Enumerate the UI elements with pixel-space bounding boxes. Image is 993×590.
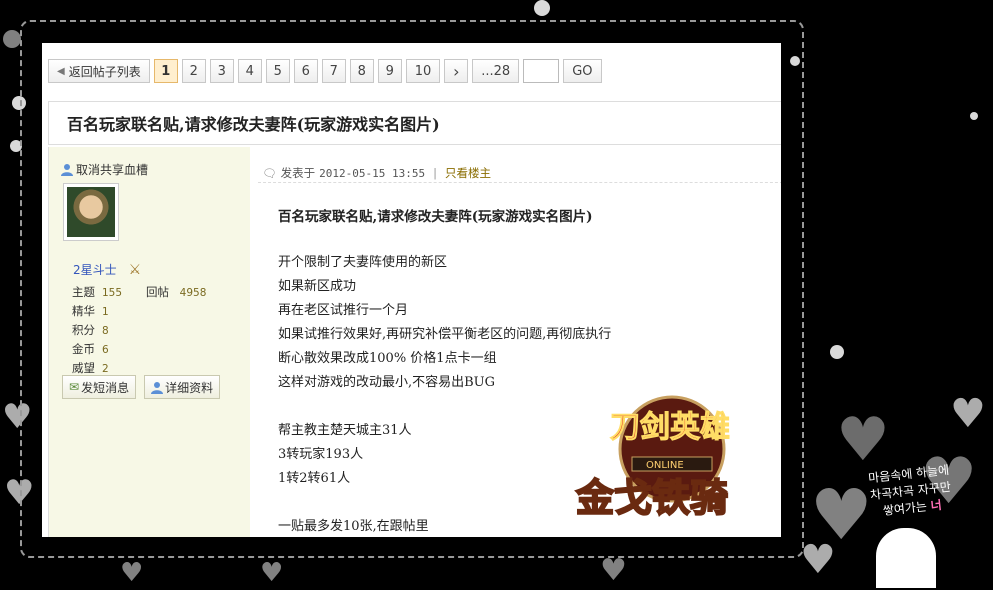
- post-body-title: 百名玩家联名贴,请求修改夫妻阵(玩家游戏实名图片): [278, 209, 593, 225]
- stat-value: 8: [102, 325, 109, 337]
- page-button-8[interactable]: 8: [349, 59, 374, 83]
- post-meta: 🗨 发表于 2012-05-15 13:55 | 只看楼主: [262, 165, 491, 181]
- back-to-list-button[interactable]: ◀ 返回帖子列表: [48, 59, 150, 83]
- korean-caption: 마음속에 하늘에 차곡차곡 자꾸만 쌓여가는 너: [868, 462, 954, 521]
- author-name-label: 取消共享血槽: [76, 163, 149, 177]
- back-label: 返回帖子列表: [68, 64, 141, 79]
- avatar[interactable]: [63, 183, 119, 241]
- profile-button[interactable]: 详细资料: [144, 375, 221, 399]
- post-body: 百名玩家联名贴,请求修改夫妻阵(玩家游戏实名图片) 开个限制了夫妻阵使用的新区 …: [278, 205, 611, 537]
- stat-value: 2: [102, 363, 109, 375]
- stat-label: 精华: [72, 304, 95, 318]
- go-button[interactable]: GO: [563, 59, 602, 83]
- posts-stat: 回帖 4958: [146, 283, 206, 302]
- post-datetime: 2012-05-15 13:55: [319, 166, 426, 180]
- send-message-button[interactable]: ✉ 发短消息: [62, 375, 137, 399]
- stat-label: 积分: [72, 323, 95, 337]
- sword-icon: ⚔: [128, 261, 142, 278]
- stat-value: 4958: [179, 287, 207, 299]
- page-button-10[interactable]: 10: [405, 59, 441, 83]
- author-stats: 主题 155 精华 1 积分 8 金币 6 威望 2 回帖 4958: [72, 283, 206, 378]
- stat-value: 6: [102, 344, 109, 356]
- author-sidebar: 取消共享血槽 2星斗士 ⚔ 主题 155 精华 1 积分 8 金币 6 威望 2 回帖 4…: [48, 147, 251, 537]
- page-button-7[interactable]: 7: [321, 59, 346, 83]
- heart-icon: ♥: [120, 558, 144, 588]
- heart-icon: ♥: [800, 537, 836, 583]
- page-button-9[interactable]: 9: [377, 59, 402, 83]
- divider: [258, 182, 781, 183]
- author-rank: 2星斗士 ⚔: [73, 261, 141, 278]
- post-line: 开个限制了夫妻阵使用的新区: [278, 255, 448, 270]
- stat-value: 1: [102, 306, 109, 318]
- author-name[interactable]: 取消共享血槽: [61, 161, 148, 178]
- post-line: 如果新区成功: [278, 279, 357, 294]
- meta-prefix: 发表于: [280, 166, 316, 180]
- chevron-left-icon: ◀: [57, 65, 65, 77]
- only-author-link[interactable]: 只看楼主: [445, 165, 491, 181]
- post-line: 这样对游戏的改动最小,不容易出BUG: [278, 375, 496, 390]
- separator: |: [433, 166, 437, 180]
- caption-line: 쌓여가는: [882, 499, 928, 518]
- post-line: 如果试推行效果好,再研究补偿平衡老区的问题,再彻底执行: [278, 327, 612, 342]
- logo-online: ONLINE: [646, 460, 684, 471]
- stat-row: 金币 6: [72, 340, 122, 359]
- send-message-label: 发短消息: [81, 380, 130, 395]
- thread-title: 百名玩家联名贴,请求修改夫妻阵(玩家游戏实名图片): [67, 115, 440, 134]
- logo-subtitle: 金戈铁骑: [575, 475, 728, 520]
- chevron-right-icon: ›: [453, 61, 460, 81]
- envelope-icon: ✉: [69, 380, 80, 394]
- post-line: 一贴最多发10张,在跟帖里: [278, 519, 429, 534]
- stat-label: 回帖: [146, 285, 169, 299]
- page-number-input[interactable]: [523, 59, 560, 83]
- logo-title: 刀剑英雄: [610, 410, 730, 445]
- stat-row: 积分 8: [72, 321, 122, 340]
- page-button-6[interactable]: 6: [293, 59, 318, 83]
- rank-label: 2星斗士: [73, 263, 117, 277]
- post-line: 3转玩家193人: [278, 447, 364, 462]
- page-button-2[interactable]: 2: [181, 59, 206, 83]
- stat-label: 主题: [72, 285, 95, 299]
- stat-value: 155: [102, 287, 123, 299]
- caption-highlight: 너: [929, 497, 943, 513]
- bokeh-dot: [970, 112, 978, 120]
- heart-icon: ♥: [836, 405, 890, 475]
- comment-icon: 🗨: [262, 166, 277, 180]
- bokeh-dot: [830, 345, 844, 359]
- heart-icon: ♥: [600, 553, 627, 588]
- page-button-5[interactable]: 5: [265, 59, 290, 83]
- page-button-1[interactable]: 1: [153, 59, 178, 83]
- heart-icon: ♥: [950, 391, 986, 437]
- stat-row: 精华 1: [72, 302, 122, 321]
- page-button-4[interactable]: 4: [237, 59, 262, 83]
- page-button-3[interactable]: 3: [209, 59, 234, 83]
- profile-label: 详细资料: [165, 380, 214, 395]
- post-line: 帮主教主楚天城主31人: [278, 423, 412, 438]
- pagination: ◀ 返回帖子列表 1 2 3 4 5 6 7 8 9 10 › ...28 GO: [48, 58, 602, 84]
- post-line: 断心散效果改成100% 价格1点卡一组: [278, 351, 497, 366]
- stat-label: 金币: [72, 342, 95, 356]
- next-page-button[interactable]: ›: [444, 59, 469, 83]
- stat-row: 主题 155: [72, 283, 122, 302]
- cat-illustration: [876, 528, 936, 588]
- user-icon: [61, 164, 73, 176]
- post-line: 1转2转61人: [278, 471, 351, 486]
- author-actions: ✉ 发短消息 详细资料: [62, 375, 221, 399]
- thread-title-bar: 百名玩家联名贴,请求修改夫妻阵(玩家游戏实名图片): [48, 101, 781, 145]
- post-line: 再在老区试推行一个月: [278, 303, 409, 318]
- heart-icon: ♥: [260, 558, 284, 588]
- bokeh-dot: [534, 0, 550, 16]
- forum-panel: ◀ 返回帖子列表 1 2 3 4 5 6 7 8 9 10 › ...28 GO…: [42, 43, 781, 537]
- user-icon: [151, 381, 164, 394]
- bokeh-dot: [3, 30, 21, 48]
- last-page-button[interactable]: ...28: [472, 59, 520, 83]
- game-logo: 刀剑英雄 ONLINE 金戈铁骑: [574, 395, 731, 521]
